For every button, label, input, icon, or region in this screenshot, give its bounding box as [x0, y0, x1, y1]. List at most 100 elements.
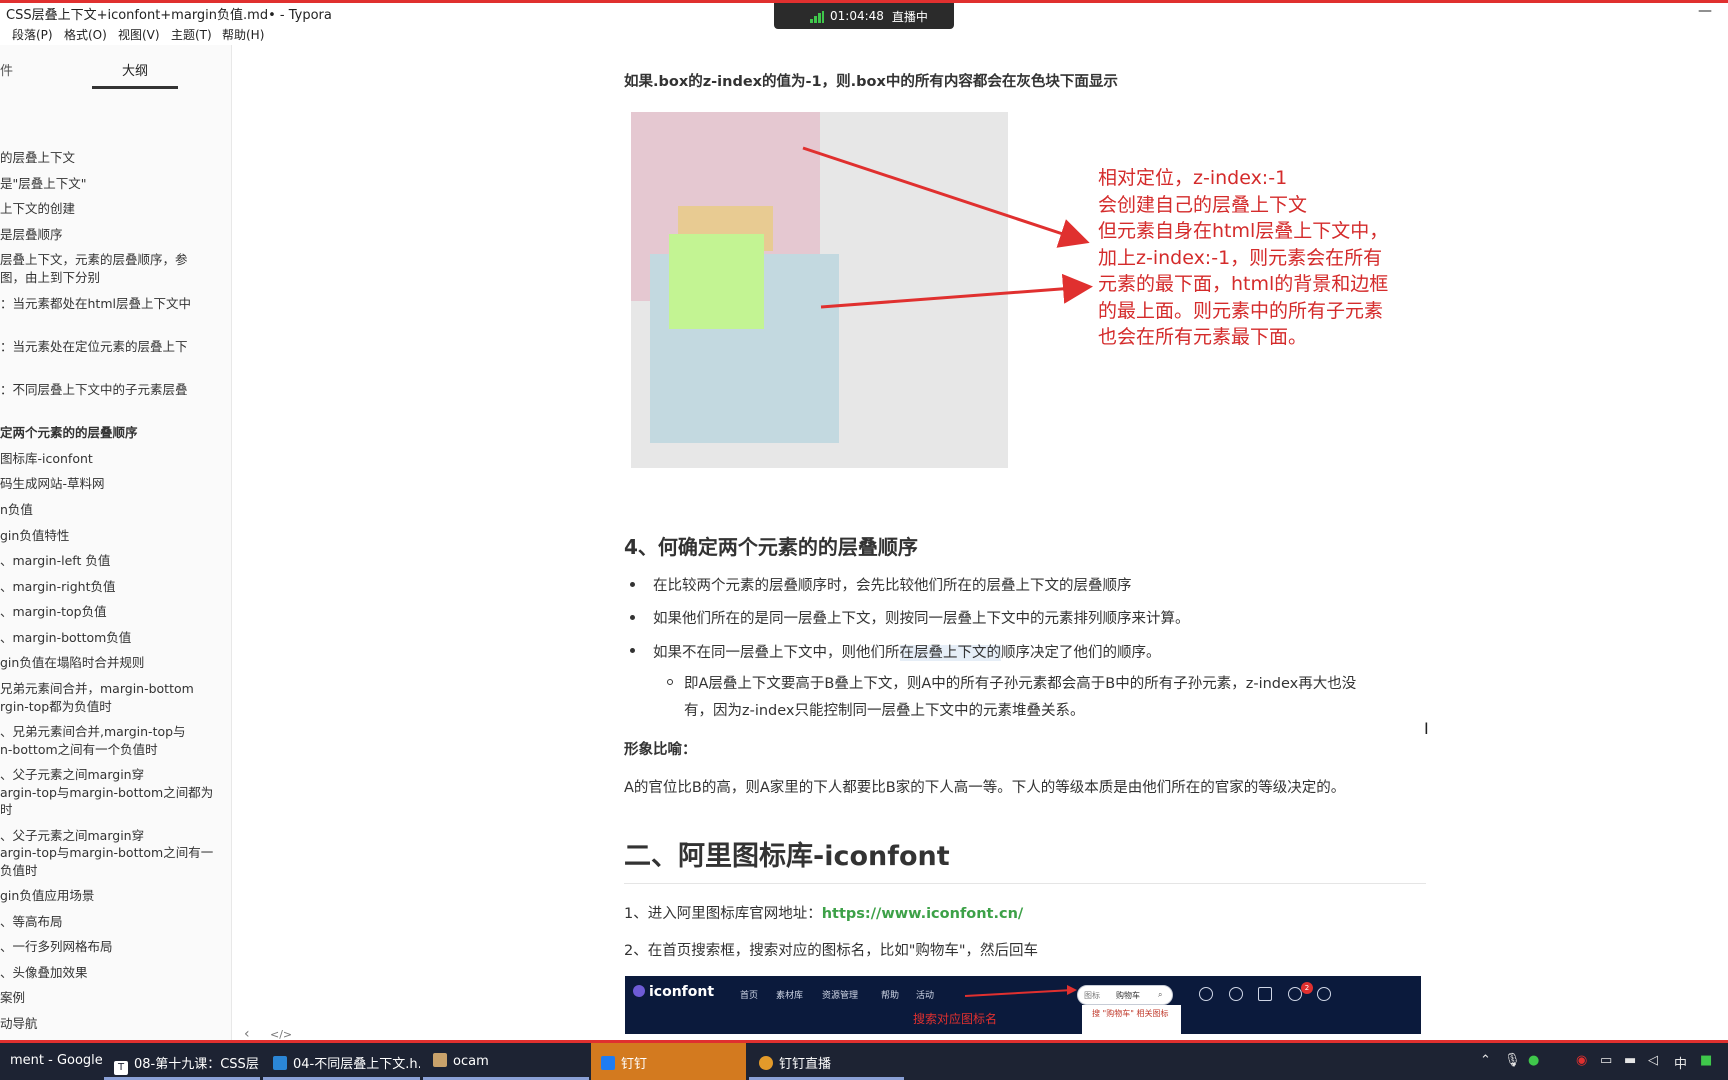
taskbar-item-label: 钉钉直播 — [779, 1057, 832, 1072]
outline-item[interactable]: 的层叠上下文 — [0, 149, 75, 166]
outline-item[interactable]: 案例 — [0, 989, 25, 1006]
outline-item[interactable]: ：不同层叠上下文中的子元素层叠 — [0, 381, 188, 398]
outline-item[interactable]: 图，由上到下分别 — [0, 269, 100, 286]
iconfont-logo: iconfont — [633, 984, 714, 1000]
outline-item[interactable]: 是"层叠上下文" — [0, 175, 87, 192]
upload-icon — [1199, 987, 1213, 1001]
outline-item[interactable]: 兄弟元素间合并，margin-bottom — [0, 680, 194, 697]
outline-item[interactable]: argin-top与margin-bottom之间都为 — [0, 784, 213, 801]
step-1: 1、进入阿里图标库官网地址：https://www.iconfont.cn/ — [624, 902, 1023, 923]
sub-list-item: 即A层叠上下文要高于B叠上下文，则A中的所有子孙元素都会高于B中的所有子孙元素，… — [684, 676, 1357, 692]
outline-item[interactable]: 动导航 — [0, 1015, 38, 1032]
outline-item[interactable]: 上下文的创建 — [0, 200, 75, 217]
annotation-line: 会创建自己的层叠上下文 — [1098, 193, 1308, 216]
minimize-button[interactable]: — — [1698, 3, 1712, 19]
outline-item[interactable]: 、margin-bottom负值 — [0, 629, 131, 646]
arrow-line — [802, 146, 1090, 248]
taskbar-item-dingtalk[interactable]: 钉钉 — [591, 1043, 746, 1080]
list-item-text: 如果不在同一层叠上下文中，则他们所 — [653, 645, 900, 661]
bullet-dot — [630, 648, 635, 653]
editor-content[interactable]: 如果.box的z-index的值为-1，则.box中的所有内容都会在灰色块下面显… — [232, 45, 1728, 1040]
outline-item[interactable]: 图标库-iconfont — [0, 450, 93, 467]
heading-divider — [624, 883, 1426, 884]
outline-item[interactable]: 、margin-left 负值 — [0, 552, 110, 569]
taskbar-item-dingtalk-live[interactable]: 钉钉直播 — [749, 1043, 904, 1080]
volume-icon[interactable]: ◁ — [1648, 1053, 1658, 1068]
active-tab-indicator — [92, 86, 178, 89]
taskbar-item-ocam[interactable]: ocam — [423, 1043, 589, 1080]
outline-item[interactable]: 层叠上下文，元素的层叠顺序，参 — [0, 251, 188, 268]
taskbar-item-label: 04-不同层叠上下文.h... — [293, 1057, 420, 1072]
live-label: 直播中 — [891, 9, 928, 24]
taskbar-item-label: 08-第十九课：CSS层... — [134, 1057, 260, 1072]
annotation-line: 相对定位，z-index:-1 — [1098, 167, 1288, 189]
microphone-icon[interactable]: 🎙 — [1504, 1053, 1521, 1068]
outline-item[interactable]: rgin-top都为负值时 — [0, 698, 112, 715]
outline-item[interactable]: gin负值在塌陷时合并规则 — [0, 654, 144, 671]
iconfont-link[interactable]: https://www.iconfont.cn/ — [822, 906, 1023, 922]
iconfont-screenshot: iconfont 首页 素材库 资源管理 帮助 活动 图标 购物车 ⌕ 搜 "购… — [625, 976, 1421, 1034]
wechat-icon[interactable]: ● — [1528, 1053, 1539, 1068]
network-icon[interactable]: ▭ — [1600, 1053, 1612, 1068]
outline-item[interactable]: 码生成网站-草料网 — [0, 475, 105, 492]
shot-nav-item: 活动 — [916, 991, 935, 1001]
dingtalk-icon — [601, 1056, 615, 1070]
outline-item[interactable]: 、兄弟元素间合并,margin-top与 — [0, 723, 186, 740]
outline-item[interactable]: 负值时 — [0, 862, 38, 879]
metaphor-paragraph: A的官位比B的高，则A家里的下人都要比B家的下人高一等。下人的等级本质是由他们所… — [624, 780, 1346, 796]
outline-item[interactable]: 、margin-top负值 — [0, 603, 107, 620]
shot-search-text: 购物车 — [1116, 991, 1140, 1000]
typora-icon: T — [114, 1061, 128, 1075]
outline-item[interactable]: 时 — [0, 801, 13, 818]
sub-bullet-circle — [667, 679, 673, 685]
iconfont-logo-text: iconfont — [649, 984, 715, 1000]
window-title: CSS层叠上下文+iconfont+margin负值.md• - Typora — [6, 8, 332, 23]
shot-nav-item: 首页 — [740, 991, 759, 1001]
step-2: 2、在首页搜索框，搜索对应的图标名，比如"购物车"，然后回车 — [624, 943, 1039, 959]
outline-item[interactable]: 、头像叠加效果 — [0, 964, 88, 981]
shot-search-box: 图标 购物车 ⌕ — [1077, 985, 1173, 1005]
menu-paragraph[interactable]: 段落(P) — [12, 26, 53, 43]
text-selection: 在层叠上下文的 — [899, 645, 1001, 661]
battery-icon[interactable]: ▬ — [1624, 1053, 1636, 1068]
outline-item[interactable]: argin-top与margin-bottom之间有一 — [0, 844, 213, 861]
outline-item[interactable]: n-bottom之间有一个负值时 — [0, 741, 158, 758]
menu-format[interactable]: 格式(O) — [64, 26, 107, 43]
outline-item-active[interactable]: 定两个元素的的层叠顺序 — [0, 424, 138, 441]
shot-red-label: 搜索对应图标名 — [913, 1012, 998, 1026]
taskbar-item-typora[interactable]: T 08-第十九课：CSS层... — [104, 1043, 260, 1080]
outline-item[interactable]: 、父子元素之间margin穿 — [0, 827, 144, 844]
taskbar-item-chrome[interactable]: ment - Google... — [0, 1043, 102, 1080]
ime-indicator[interactable]: 中 — [1674, 1053, 1687, 1072]
menu-theme[interactable]: 主题(T) — [171, 26, 212, 43]
outline-item[interactable]: ：当元素都处在html层叠上下文中 — [0, 295, 191, 312]
bullet-dot — [630, 615, 635, 620]
shot-search-dropdown: 搜 "购物车" 相关图标 — [1082, 1005, 1181, 1034]
tab-files[interactable]: 件 — [0, 60, 13, 79]
iconfont-logo-icon — [633, 985, 645, 997]
annotation-line: 也会在所有元素最下面。 — [1098, 326, 1308, 348]
outline-item[interactable]: n负值 — [0, 501, 33, 518]
record-icon[interactable]: ◉ — [1576, 1053, 1587, 1068]
outline-item[interactable]: 、margin-right负值 — [0, 578, 115, 595]
taskbar-item-vscode[interactable]: 04-不同层叠上下文.h... — [263, 1043, 420, 1080]
outline-item[interactable]: gin负值特性 — [0, 527, 69, 544]
chevron-up-icon[interactable]: ⌃ — [1480, 1053, 1491, 1068]
outline-item[interactable]: 是层叠顺序 — [0, 226, 63, 243]
shot-nav-item: 资源管理 — [822, 991, 859, 1001]
en-icon — [1229, 987, 1243, 1001]
outline-item[interactable]: 、一行多列网格布局 — [0, 938, 113, 955]
bell-icon — [1288, 987, 1302, 1001]
menu-view[interactable]: 视图(V) — [118, 26, 160, 43]
menu-help[interactable]: 帮助(H) — [222, 26, 264, 43]
outline-item[interactable]: 、等高布局 — [0, 913, 63, 930]
app-tray-icon[interactable]: ■ — [1700, 1053, 1712, 1068]
search-icon: ⌕ — [1158, 990, 1163, 999]
outline-item[interactable]: 、父子元素之间margin穿 — [0, 766, 144, 783]
metaphor-label: 形象比喻： — [624, 742, 697, 758]
tab-outline[interactable]: 大纲 — [122, 60, 148, 79]
cart-icon — [1258, 987, 1272, 1001]
outline-item[interactable]: gin负值应用场景 — [0, 887, 94, 904]
outline-item[interactable]: ：当元素处在定位元素的层叠上下 — [0, 338, 188, 355]
taskbar-item-label: 钉钉 — [621, 1057, 648, 1072]
